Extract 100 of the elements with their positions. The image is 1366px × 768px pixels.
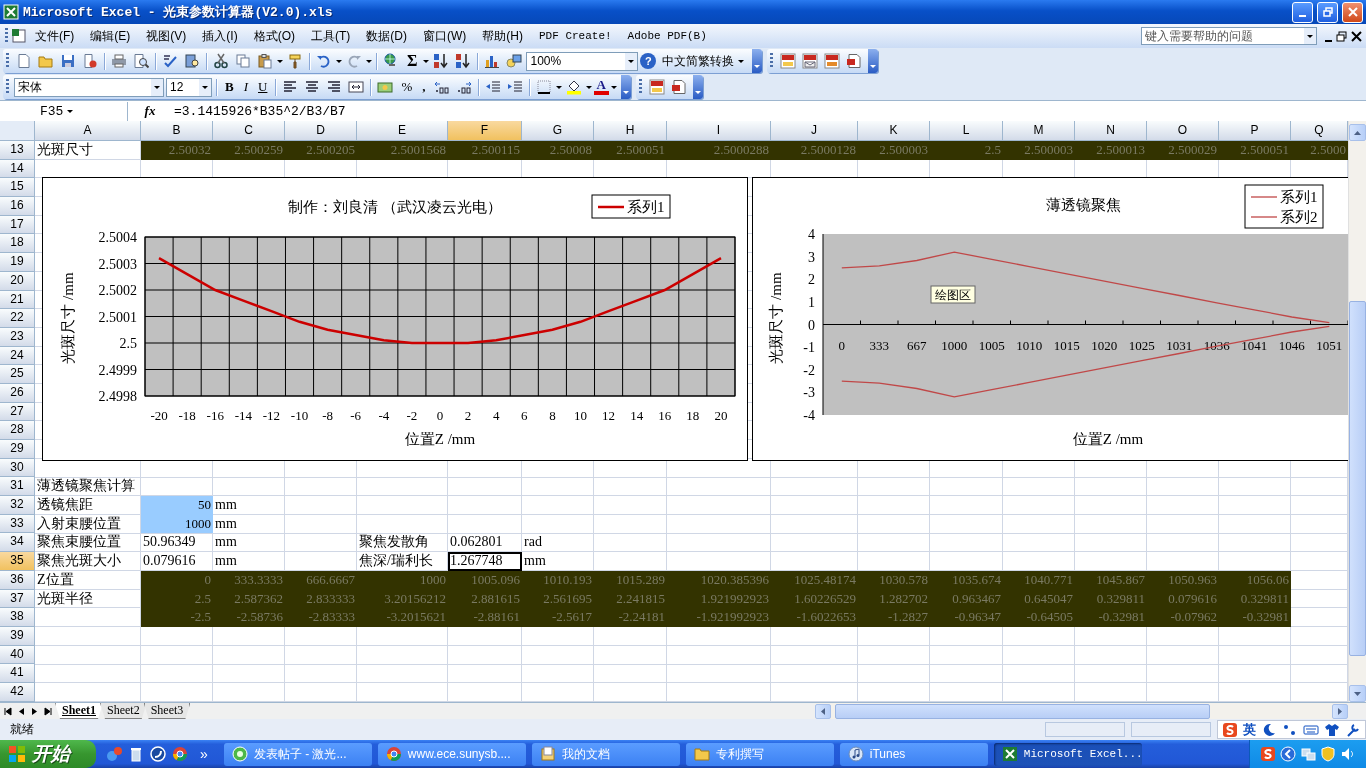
caret-icon[interactable] bbox=[202, 85, 208, 89]
row-header[interactable]: 32 bbox=[0, 496, 35, 515]
column-header[interactable]: J bbox=[771, 121, 858, 141]
menu-item[interactable]: Adobe PDF(B) bbox=[619, 28, 715, 44]
font-dropdown[interactable]: 宋体 bbox=[14, 77, 164, 97]
caret-icon[interactable] bbox=[1307, 34, 1313, 38]
menu-item[interactable]: 工具(T) bbox=[303, 25, 359, 47]
input-mode[interactable]: 英 bbox=[1243, 720, 1256, 739]
caret-icon[interactable] bbox=[154, 85, 160, 89]
menu-item[interactable]: 插入(I) bbox=[194, 25, 246, 47]
caret-icon[interactable] bbox=[277, 59, 283, 63]
row-header[interactable]: 28 bbox=[0, 421, 35, 440]
menu-item[interactable]: 文件(F) bbox=[27, 25, 83, 47]
network-icon[interactable] bbox=[1300, 746, 1316, 762]
bold-button[interactable]: B bbox=[221, 77, 238, 97]
column-header[interactable]: N bbox=[1075, 121, 1147, 141]
row-header[interactable]: 22 bbox=[0, 309, 35, 328]
sogou-s-icon[interactable] bbox=[1260, 746, 1276, 762]
column-header[interactable]: F bbox=[448, 121, 522, 141]
help-button[interactable]: ? bbox=[640, 53, 657, 69]
moon-icon[interactable] bbox=[1261, 721, 1277, 738]
column-header[interactable]: D bbox=[285, 121, 357, 141]
toolbar-options-button[interactable] bbox=[752, 49, 763, 73]
document-icon[interactable] bbox=[11, 28, 27, 44]
caret-icon[interactable] bbox=[555, 85, 562, 89]
column-header[interactable]: B bbox=[141, 121, 213, 141]
column-header[interactable]: A bbox=[35, 121, 141, 141]
menu-item[interactable]: PDF Create! bbox=[531, 28, 620, 44]
comma-button[interactable]: , bbox=[418, 77, 430, 97]
row-header[interactable]: 16 bbox=[0, 197, 35, 216]
zoom-dropdown[interactable]: 100% bbox=[526, 51, 639, 71]
close-button[interactable] bbox=[1342, 1, 1363, 23]
sogou-s-icon[interactable] bbox=[1222, 721, 1238, 738]
row-header[interactable]: 35 bbox=[0, 552, 35, 571]
restore-button[interactable] bbox=[1317, 1, 1338, 23]
minimize-button[interactable] bbox=[1292, 1, 1313, 23]
column-header[interactable]: P bbox=[1219, 121, 1291, 141]
row-header[interactable]: 31 bbox=[0, 477, 35, 497]
horizontal-scrollbar[interactable] bbox=[815, 703, 1348, 719]
browser-icon[interactable] bbox=[172, 746, 188, 762]
column-header[interactable]: L bbox=[930, 121, 1003, 141]
toolbar-grip[interactable] bbox=[6, 79, 9, 95]
menu-item[interactable]: 格式(O) bbox=[245, 25, 303, 47]
column-header[interactable]: Q bbox=[1291, 121, 1348, 141]
pdf-page-button[interactable] bbox=[822, 51, 843, 71]
menu-item[interactable]: 窗口(W) bbox=[415, 25, 475, 47]
toolbar-options-button[interactable] bbox=[620, 75, 631, 99]
sheet-tab[interactable]: Sheet3 bbox=[143, 703, 191, 719]
toolbar-grip[interactable] bbox=[5, 28, 8, 44]
pdf-export-button[interactable] bbox=[778, 51, 799, 71]
wrench-icon[interactable] bbox=[1345, 721, 1361, 738]
circle-logo-icon[interactable] bbox=[150, 746, 166, 762]
function-label[interactable]: fx bbox=[128, 103, 172, 119]
more-button[interactable]: » bbox=[194, 746, 214, 762]
column-header[interactable]: C bbox=[213, 121, 285, 141]
caret-icon[interactable] bbox=[628, 59, 635, 63]
formula-text[interactable]: =3.1415926*B35^2/B3/B7 bbox=[172, 103, 346, 119]
caret-icon[interactable] bbox=[423, 59, 430, 63]
column-header[interactable]: M bbox=[1003, 121, 1075, 141]
close-icon[interactable] bbox=[1351, 30, 1362, 42]
row-header[interactable]: 15 bbox=[0, 178, 35, 198]
font-size-dropdown[interactable]: 12 bbox=[166, 77, 212, 97]
convert-button[interactable]: 中文简繁转换 bbox=[658, 52, 749, 70]
vertical-scrollbar[interactable] bbox=[1348, 121, 1366, 702]
menu-item[interactable]: 帮助(H) bbox=[474, 25, 531, 47]
italic-button[interactable]: I bbox=[239, 77, 252, 97]
column-header[interactable]: O bbox=[1147, 121, 1219, 141]
shield-icon[interactable] bbox=[1320, 746, 1336, 762]
row-header[interactable]: 41 bbox=[0, 664, 35, 683]
taskbar-button[interactable]: Microsoft Excel... bbox=[993, 742, 1142, 766]
underline-button[interactable]: U bbox=[254, 77, 272, 97]
cut-button[interactable] bbox=[211, 51, 231, 71]
first-sheet-icon[interactable] bbox=[4, 706, 12, 716]
toolbar-grip[interactable] bbox=[638, 79, 642, 95]
caret-icon[interactable] bbox=[336, 59, 342, 63]
menu-item[interactable]: 视图(V) bbox=[138, 25, 195, 47]
restore-icon[interactable] bbox=[1336, 30, 1347, 42]
paste-button[interactable] bbox=[255, 51, 275, 71]
caret-icon[interactable] bbox=[366, 59, 372, 63]
toolbar-options-button[interactable] bbox=[868, 49, 879, 73]
research-button[interactable] bbox=[182, 51, 202, 71]
toolbar-grip[interactable] bbox=[770, 53, 774, 69]
toolbar-options-button[interactable] bbox=[692, 75, 703, 99]
next-sheet-icon[interactable] bbox=[31, 706, 38, 716]
drawing-button[interactable] bbox=[504, 51, 525, 71]
scroll-thumb[interactable] bbox=[1349, 301, 1366, 656]
start-button[interactable]: 开始 bbox=[0, 740, 96, 768]
caret-icon[interactable] bbox=[67, 109, 73, 113]
row-header[interactable]: 19 bbox=[0, 253, 35, 272]
row-header[interactable]: 34 bbox=[0, 533, 35, 553]
sheet-tab[interactable]: Sheet1 bbox=[55, 703, 103, 719]
column-header[interactable]: G bbox=[522, 121, 594, 141]
menu-item[interactable]: 数据(D) bbox=[358, 25, 415, 47]
sheet-tab[interactable]: Sheet2 bbox=[100, 703, 147, 719]
column-header[interactable]: E bbox=[357, 121, 448, 141]
previous-sheet-icon[interactable] bbox=[18, 706, 25, 716]
caret-icon[interactable] bbox=[585, 85, 592, 89]
help-search-field[interactable]: 键入需要帮助的问题 bbox=[1141, 27, 1317, 45]
caret-icon[interactable] bbox=[738, 59, 745, 63]
print-preview-button[interactable] bbox=[131, 51, 151, 71]
